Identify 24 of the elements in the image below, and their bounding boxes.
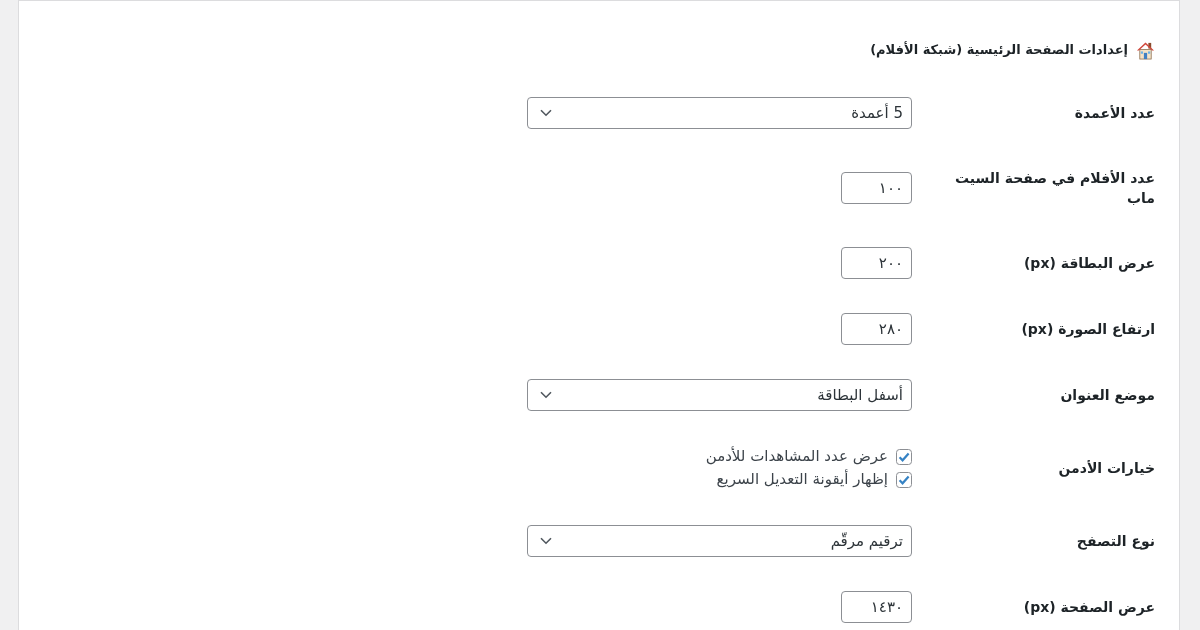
field-label: عرض البطاقة (px) [1022,254,1155,274]
number-input[interactable]: ٢٠٠ [841,247,912,279]
field-label: نوع التصفح [1075,532,1155,552]
house-icon [1136,40,1155,60]
number-input[interactable]: ٢٨٠ [841,313,912,345]
number-input[interactable]: ١٤٣٠ [841,591,912,623]
checkbox[interactable] [896,448,912,465]
dropdown[interactable]: أسفل البطاقة [527,379,912,411]
checkbox-label: إظهار أيقونة التعديل السريع [716,468,888,490]
dropdown[interactable]: 5 أعمدة [527,97,912,129]
chevron-down-icon [540,109,552,117]
field-label: ارتفاع الصورة (px) [1020,320,1155,340]
dropdown[interactable]: ترقيم مرقّم [527,525,912,557]
number-input[interactable]: ١٠٠ [841,172,912,204]
checkbox-label: عرض عدد المشاهدات للأدمن [705,445,888,467]
field-label: عرض الصفحة (px) [1022,598,1155,618]
section-title: إعدادات الصفحة الرئيسية (شبكة الأفلام) [870,40,1128,60]
field-label: موضع العنوان [1059,386,1155,406]
checkbox[interactable] [896,471,912,488]
chevron-down-icon [540,537,552,545]
field-label: عدد الأعمدة [1073,104,1155,123]
chevron-down-icon [540,391,552,399]
field-label: خيارات الأدمن [1057,459,1155,479]
field-label: عدد الأفلام في صفحة السيت ماب [954,169,1155,208]
